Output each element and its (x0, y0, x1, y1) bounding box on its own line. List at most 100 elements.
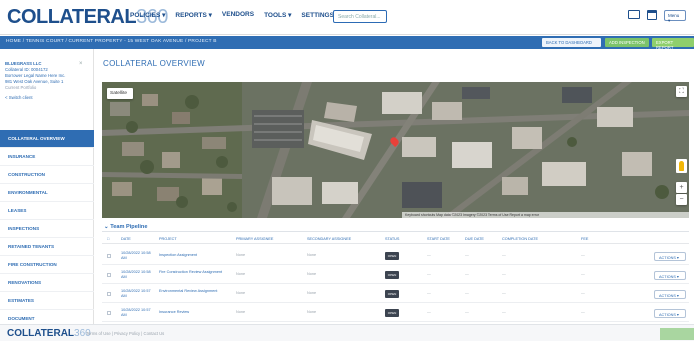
row-fee: — (581, 253, 585, 257)
mail-icon[interactable] (628, 10, 640, 19)
switch-client-link[interactable]: < Switch client (5, 95, 91, 101)
map-type-button[interactable]: Satellite (107, 88, 133, 99)
row-actions-button[interactable]: ACTIONS ▾ (654, 271, 686, 280)
row-primary-assignee: None (236, 253, 246, 257)
breadcrumb-bar: HOME / TENNIS COURT / CURRENT PROPERTY -… (0, 36, 694, 50)
export-report-button[interactable]: EXPORT REPORT (652, 38, 694, 50)
row-fee: — (581, 272, 585, 276)
user-menu-button[interactable]: Menu ▾ (664, 10, 686, 23)
street-view-icon[interactable] (676, 159, 687, 173)
status-badge: OPEN (385, 252, 399, 260)
table-row[interactable]: 10/28/2022 10:58 AM Fire Construction Re… (102, 266, 689, 284)
sidebar-menu: COLLATERAL OVERVIEW INSURANCE CONSTRUCTI… (0, 130, 94, 328)
row-project-link[interactable]: Environmental Review Assignment (159, 289, 229, 294)
row-checkbox[interactable] (107, 311, 111, 315)
sidebar-item-insurance[interactable]: INSURANCE (0, 148, 94, 166)
nav-tools[interactable]: TOOLS ▾ (264, 11, 291, 19)
sidebar-item-construction[interactable]: CONSTRUCTION (0, 166, 94, 184)
calendar-icon[interactable] (647, 10, 657, 20)
page-title: COLLATERAL OVERVIEW (103, 59, 206, 68)
sidebar-item-leases[interactable]: LEASES (0, 202, 94, 220)
column-due-date[interactable]: DUE DATE (465, 237, 484, 241)
nav-reports[interactable]: REPORTS ▾ (175, 11, 212, 19)
row-due-date: — (465, 291, 469, 295)
main-content: COLLATERAL OVERVIEW Satellite ⛶ + − Keyb… (94, 49, 694, 341)
column-start-date[interactable]: START DATE (427, 237, 450, 241)
row-date: 10/28/2022 10:58 AM (121, 251, 151, 260)
row-secondary-assignee: None (307, 291, 317, 295)
row-project-link[interactable]: Insurance Review (159, 310, 229, 315)
row-start-date: — (427, 291, 431, 295)
pipeline-table-header: □ DATE PROJECT PRIMARY ASSIGNEE SECONDAR… (102, 234, 689, 244)
zoom-in-button[interactable]: + (676, 182, 687, 193)
row-due-date: — (465, 310, 469, 314)
column-date[interactable]: DATE (121, 237, 131, 241)
row-date: 10/28/2022 10:57 AM (121, 308, 151, 317)
table-row[interactable]: 10/28/2022 10:57 AM Environmental Review… (102, 285, 689, 303)
row-project-link[interactable]: Fire Construction Review Assignment (159, 270, 229, 275)
row-actions-button[interactable]: ACTIONS ▾ (654, 290, 686, 299)
search-input[interactable]: Search Collateral... (333, 10, 387, 23)
map-imagery (102, 82, 689, 218)
footer-logo[interactable]: COLLATERAL360 (7, 328, 91, 339)
back-to-dashboard-button[interactable]: BACK TO DASHBOARD (542, 38, 601, 47)
map-attribution: Keyboard shortcuts Map data ©2023 Imager… (402, 212, 689, 218)
column-project[interactable]: PROJECT (159, 237, 177, 241)
row-completion-date: — (502, 272, 506, 276)
close-icon[interactable]: × (79, 61, 83, 67)
nav-policies[interactable]: POLICIES ▾ (130, 11, 165, 19)
column-status[interactable]: STATUS (385, 237, 399, 241)
row-fee: — (581, 310, 585, 314)
team-pipeline-title: ⌄ Team Pipeline (104, 224, 148, 230)
row-primary-assignee: None (236, 291, 246, 295)
breadcrumb[interactable]: HOME / TENNIS COURT / CURRENT PROPERTY -… (6, 39, 217, 44)
row-checkbox[interactable] (107, 254, 111, 258)
sidebar-item-renovations[interactable]: RENOVATIONS (0, 274, 94, 292)
sidebar-item-retained-tenants[interactable]: RETAINED TENANTS (0, 238, 94, 256)
sidebar-item-estimates[interactable]: ESTIMATES (0, 292, 94, 310)
sidebar: BLUEGRASS LLC Collateral ID: 0004172 Bor… (0, 49, 94, 341)
sidebar-item-fire-construction[interactable]: FIRE CONSTRUCTION (0, 256, 94, 274)
fullscreen-icon[interactable]: ⛶ (676, 86, 687, 97)
client-info: BLUEGRASS LLC Collateral ID: 0004172 Bor… (5, 61, 91, 101)
row-start-date: — (427, 310, 431, 314)
status-badge: OPEN (385, 290, 399, 298)
nav-vendors[interactable]: VENDORS (222, 11, 254, 19)
footer-links[interactable]: Terms of Use | Privacy Policy | Contact … (86, 331, 164, 336)
row-secondary-assignee: None (307, 253, 317, 257)
row-date: 10/28/2022 10:58 AM (121, 270, 151, 279)
row-fee: — (581, 291, 585, 295)
select-all-checkbox[interactable]: □ (107, 237, 109, 241)
status-badge: OPEN (385, 271, 399, 279)
sidebar-item-collateral-overview[interactable]: COLLATERAL OVERVIEW (0, 130, 94, 148)
satellite-map[interactable]: Satellite ⛶ + − Keyboard shortcuts Map d… (102, 82, 689, 218)
header-tools: Menu ▾ (628, 10, 686, 23)
row-checkbox[interactable] (107, 273, 111, 277)
column-completion-date[interactable]: COMPLETION DATE (502, 237, 538, 241)
table-row[interactable]: 10/28/2022 10:58 AM Inspection Assignmen… (102, 247, 689, 265)
row-due-date: — (465, 272, 469, 276)
row-project-link[interactable]: Inspection Assignment (159, 253, 229, 258)
footer: COLLATERAL360 Terms of Use | Privacy Pol… (0, 324, 694, 341)
status-badge: OPEN (385, 309, 399, 317)
main-nav: POLICIES ▾ REPORTS ▾ VENDORS TOOLS ▾ SET… (130, 11, 339, 19)
column-secondary-assignee[interactable]: SECONDARY ASSIGNEE (307, 237, 351, 241)
zoom-out-button[interactable]: − (676, 194, 687, 205)
team-pipeline-header[interactable]: ⌄ Team Pipeline (102, 220, 689, 232)
row-actions-button[interactable]: ACTIONS ▾ (654, 252, 686, 261)
column-primary-assignee[interactable]: PRIMARY ASSIGNEE (236, 237, 273, 241)
top-bar: COLLATERAL360 POLICIES ▾ REPORTS ▾ VENDO… (0, 0, 694, 35)
sidebar-item-environmental[interactable]: ENVIRONMENTAL (0, 184, 94, 202)
column-fee[interactable]: FEE (581, 237, 588, 241)
client-status: Current Portfolio (5, 85, 37, 90)
sidebar-item-inspections[interactable]: INSPECTIONS (0, 220, 94, 238)
add-inspection-button[interactable]: ADD INSPECTION (605, 38, 649, 47)
row-actions-button[interactable]: ACTIONS ▾ (654, 309, 686, 318)
table-row[interactable]: 10/28/2022 10:57 AM Insurance Review Non… (102, 304, 689, 322)
row-due-date: — (465, 253, 469, 257)
row-completion-date: — (502, 291, 506, 295)
row-completion-date: — (502, 310, 506, 314)
row-primary-assignee: None (236, 272, 246, 276)
row-checkbox[interactable] (107, 292, 111, 296)
chat-widget-button[interactable] (660, 328, 694, 340)
